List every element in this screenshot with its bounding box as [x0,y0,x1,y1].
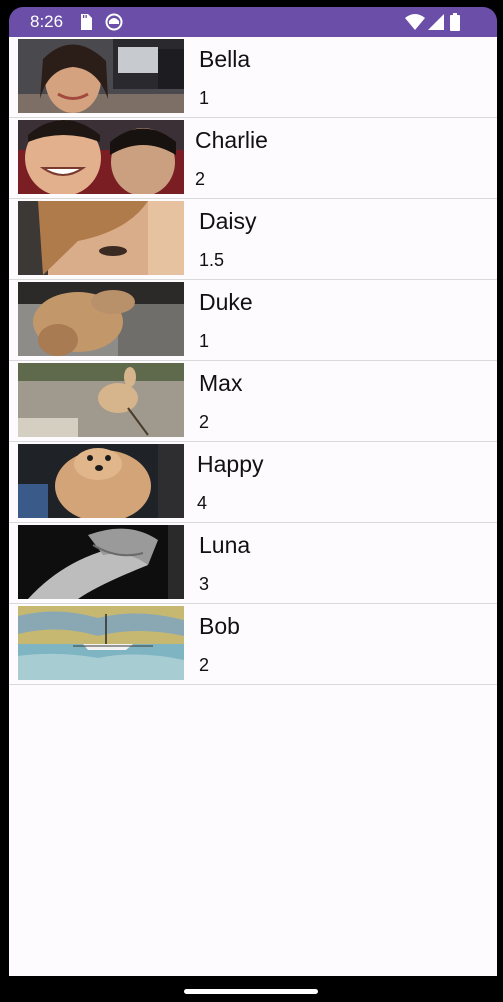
dog-photo-thumbnail [18,444,184,518]
list-item[interactable]: Daisy 1.5 [9,199,497,280]
sd-card-icon [79,13,93,31]
item-value: 1.5 [199,250,225,270]
item-value: 2 [199,655,210,675]
list-screen[interactable]: Bella 1 Charlie 2 Daisy 1.5 Duke 1 Max 2… [9,37,497,976]
boat-photo-thumbnail [18,606,184,680]
item-name: Bella [199,46,251,72]
item-value: 1 [199,88,210,108]
item-name: Daisy [199,208,257,234]
list-item[interactable]: Bella 1 [9,37,497,118]
item-name: Luna [199,532,251,558]
wifi-icon [405,13,425,31]
list-item[interactable]: Charlie 2 [9,118,497,199]
phone-frame: 8:26 Bella 1 Charlie 2 Daisy 1.5 Duke 1 … [0,0,503,1002]
status-bar: 8:26 [9,7,497,37]
item-value: 4 [197,493,208,513]
face-photo-thumbnail [18,39,184,113]
list-item[interactable]: Bob 2 [9,604,497,685]
item-value: 1 [199,331,210,351]
item-value: 2 [195,169,206,189]
signal-icon [428,13,444,31]
kids-photo-thumbnail [18,120,184,194]
dog-photo-thumbnail [18,363,184,437]
status-time: 8:26 [30,12,64,31]
list-item[interactable]: Duke 1 [9,280,497,361]
list-item[interactable]: Luna 3 [9,523,497,604]
closeup-face-photo-thumbnail [18,201,184,275]
item-name: Max [199,370,243,396]
item-name: Charlie [195,127,268,153]
item-name: Bob [199,613,240,639]
list-item[interactable]: Happy 4 [9,442,497,523]
item-name: Happy [197,451,264,477]
dog-photo-thumbnail [18,282,184,356]
battery-icon [450,13,460,31]
item-value: 3 [199,574,210,594]
list-item[interactable]: Max 2 [9,361,497,442]
holding-hands-photo-thumbnail [18,525,184,599]
item-value: 2 [199,412,210,432]
item-name: Duke [199,289,253,315]
gesture-nav-handle[interactable] [184,989,318,994]
app-notification-icon [105,13,123,31]
